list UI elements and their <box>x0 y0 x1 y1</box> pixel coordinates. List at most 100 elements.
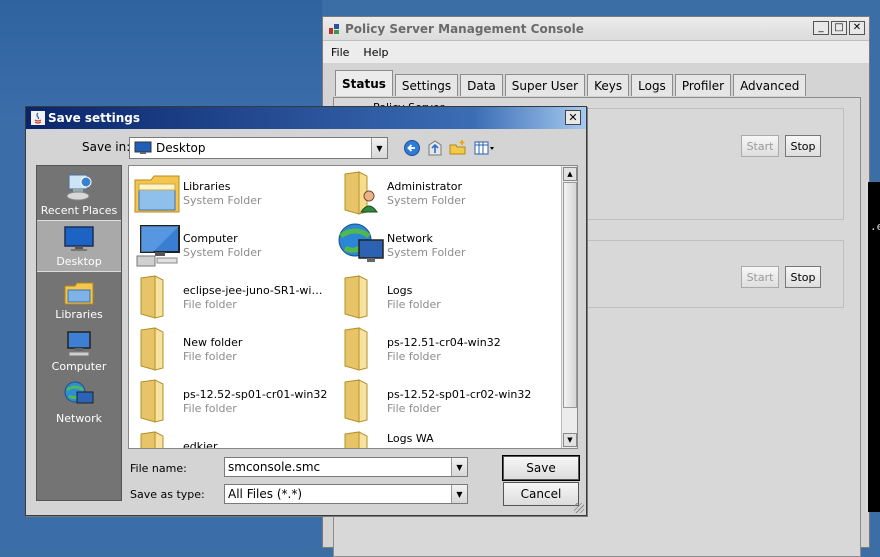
place-label-recent-places: Recent Places <box>40 204 118 217</box>
recent-places-icon <box>66 174 92 201</box>
dialog-close-button[interactable]: ✕ <box>565 110 581 125</box>
save-in-dropdown-arrow[interactable]: ▼ <box>371 138 387 158</box>
folder-icon <box>344 275 368 319</box>
folder-icon <box>140 327 164 371</box>
libraries-icon <box>134 175 180 213</box>
place-computer[interactable]: Computer <box>37 324 121 376</box>
file-name: Logs WA <box>387 432 434 445</box>
network-icon <box>64 381 94 407</box>
file-type: File folder <box>387 402 441 415</box>
scroll-thumb[interactable] <box>563 182 577 408</box>
file-item-ps-12-51-cr04[interactable]: ps-12.51-cr04-win32 File folder <box>333 324 533 372</box>
dialog-title: Save settings <box>48 111 141 125</box>
file-type: File folder <box>183 298 237 311</box>
stop-button-2[interactable]: Stop <box>785 266 821 288</box>
new-folder-icon[interactable] <box>449 139 467 157</box>
file-item-computer[interactable]: Computer System Folder <box>129 220 329 268</box>
menu-file[interactable]: File <box>331 46 349 59</box>
console-title: Policy Server Management Console <box>345 22 584 36</box>
save-as-type-value: All Files (*.*) <box>228 487 303 501</box>
minimize-button[interactable]: _ <box>813 21 829 35</box>
save-as-type-select[interactable]: All Files (*.*) ▼ <box>224 484 468 504</box>
file-name: edkier <box>183 440 218 449</box>
place-label-libraries: Libraries <box>55 308 103 321</box>
tab-super-user[interactable]: Super User <box>504 74 586 96</box>
file-item-logs-wa[interactable]: Logs WA <box>333 428 533 448</box>
tab-settings[interactable]: Settings <box>394 74 459 96</box>
file-item-administrator[interactable]: Administrator System Folder <box>333 168 533 216</box>
tab-keys[interactable]: Keys <box>587 74 630 96</box>
scroll-down-arrow[interactable]: ▼ <box>563 433 577 447</box>
close-button[interactable]: ✕ <box>849 21 865 35</box>
file-type: File folder <box>387 298 441 311</box>
file-item-logs[interactable]: Logs File folder <box>333 272 533 320</box>
file-item-network[interactable]: Network System Folder <box>333 220 533 268</box>
resize-grip[interactable] <box>574 503 584 513</box>
file-list: Libraries System Folder Administrator Sy… <box>128 165 578 449</box>
console-menubar: File Help <box>323 41 869 63</box>
place-label-desktop: Desktop <box>56 255 102 268</box>
back-icon[interactable] <box>403 139 421 157</box>
file-name: Logs <box>387 284 413 297</box>
place-network[interactable]: Network <box>37 376 121 428</box>
maximize-button[interactable]: □ <box>831 21 847 35</box>
places-bar: Recent Places Desktop Libraries Computer… <box>36 165 122 501</box>
place-desktop[interactable]: Desktop <box>37 220 121 272</box>
file-item-libraries[interactable]: Libraries System Folder <box>129 168 329 216</box>
file-item-eclipse[interactable]: eclipse-jee-juno-SR1-win3... File folder <box>129 272 329 320</box>
save-button[interactable]: Save <box>502 455 580 481</box>
save-settings-dialog: Save settings ✕ Save in: Desktop ▼ Recen… <box>25 106 587 516</box>
file-item-ps-12-52-sp01-cr02[interactable]: ps-12.52-sp01-cr02-win32 File folder <box>333 376 533 424</box>
cancel-button[interactable]: Cancel <box>503 482 579 506</box>
java-icon <box>31 111 45 125</box>
file-name: Computer <box>183 232 238 245</box>
folder-icon <box>344 327 368 371</box>
tab-logs[interactable]: Logs <box>631 74 673 96</box>
file-type: System Folder <box>387 246 466 259</box>
place-recent-places[interactable]: Recent Places <box>37 168 121 220</box>
file-type: File folder <box>183 350 237 363</box>
folder-icon <box>140 379 164 423</box>
tab-profiler[interactable]: Profiler <box>674 74 732 96</box>
file-item-edkier[interactable]: edkier <box>129 428 329 449</box>
file-list-scrollbar[interactable]: ▲ ▼ <box>561 166 577 448</box>
user-folder-icon <box>344 171 378 215</box>
save-as-type-dropdown-arrow[interactable]: ▼ <box>451 485 467 503</box>
file-item-ps-12-52-sp01-cr01[interactable]: ps-12.52-sp01-cr01-win32 File folder <box>129 376 329 424</box>
menu-help[interactable]: Help <box>363 46 388 59</box>
console-tabs: Status Settings Data Super User Keys Log… <box>335 70 808 96</box>
save-in-label: Save in: <box>82 140 131 154</box>
folder-icon <box>140 275 164 319</box>
scroll-up-arrow[interactable]: ▲ <box>563 167 577 181</box>
save-as-type-label: Save as type: <box>130 488 205 501</box>
terminal-text: .e <box>870 220 880 233</box>
network-icon <box>338 223 384 262</box>
console-titlebar[interactable]: Policy Server Management Console _ □ ✕ <box>323 17 869 41</box>
place-label-computer: Computer <box>51 360 107 373</box>
folder-icon <box>344 379 368 423</box>
folder-icon <box>140 431 164 448</box>
desktop-icon <box>134 141 152 154</box>
file-name-value: smconsole.smc <box>228 460 321 474</box>
file-type: File folder <box>387 350 441 363</box>
start-button-1[interactable]: Start <box>741 135 779 157</box>
libraries-icon <box>64 282 94 305</box>
file-name-input[interactable]: smconsole.smc ▼ <box>224 457 468 477</box>
tab-data[interactable]: Data <box>460 74 503 96</box>
tab-status[interactable]: Status <box>335 70 393 96</box>
save-in-combo[interactable]: Desktop ▼ <box>129 137 388 159</box>
file-name: ps-12.51-cr04-win32 <box>387 336 501 349</box>
file-name: New folder <box>183 336 243 349</box>
file-name-dropdown-arrow[interactable]: ▼ <box>451 458 467 476</box>
up-folder-icon[interactable] <box>426 139 444 157</box>
computer-icon <box>67 331 91 357</box>
dialog-titlebar[interactable]: Save settings ✕ <box>26 107 586 129</box>
view-menu-icon[interactable] <box>474 139 496 157</box>
place-label-network: Network <box>56 412 102 425</box>
place-libraries[interactable]: Libraries <box>37 272 121 324</box>
file-name: ps-12.52-sp01-cr01-win32 <box>183 388 328 401</box>
tab-advanced[interactable]: Advanced <box>733 74 807 96</box>
start-button-2[interactable]: Start <box>741 266 779 288</box>
file-item-new-folder[interactable]: New folder File folder <box>129 324 329 372</box>
stop-button-1[interactable]: Stop <box>785 135 821 157</box>
